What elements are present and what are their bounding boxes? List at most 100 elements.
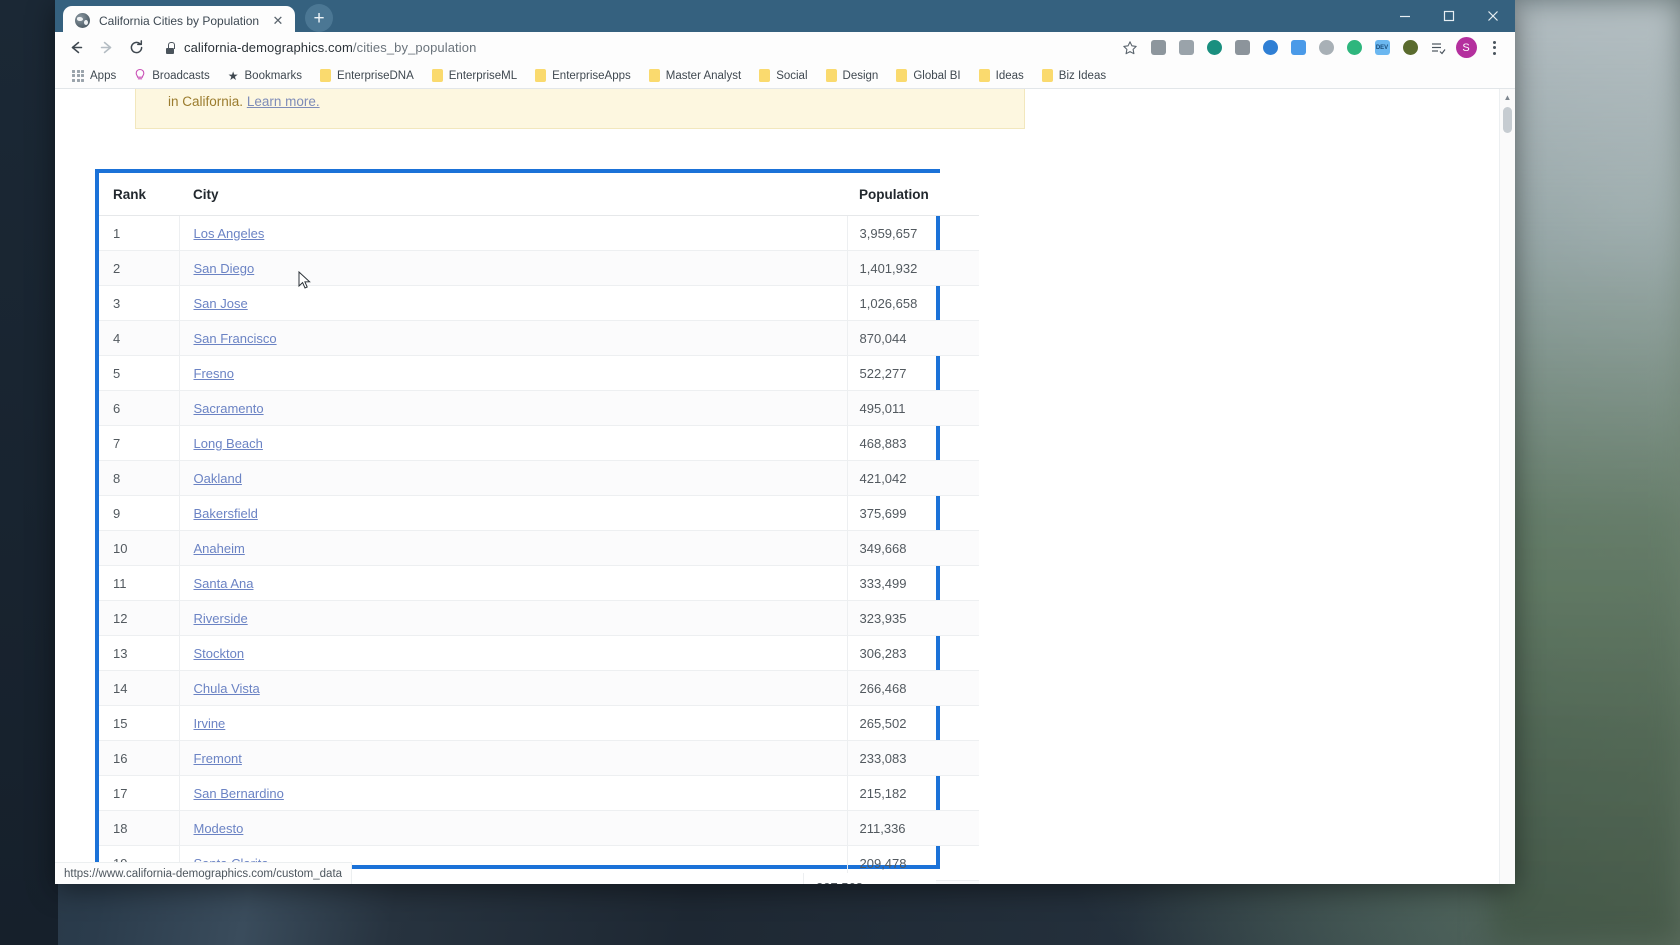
close-icon[interactable]: ✕ — [270, 13, 286, 29]
city-link[interactable]: San Francisco — [194, 331, 277, 346]
table-row: 7 Long Beach 468,883 — [99, 425, 979, 461]
population-cell: 233,083 — [847, 740, 979, 776]
bookmark-item-enterpriseapps[interactable]: EnterpriseApps — [526, 65, 640, 87]
bookmark-item-enterpriseml[interactable]: EnterpriseML — [423, 65, 526, 87]
back-arrow-icon[interactable] — [61, 35, 91, 61]
city-link[interactable]: San Jose — [194, 296, 248, 311]
city-cell: Chula Vista — [179, 670, 848, 706]
city-cell: Long Beach — [179, 425, 848, 461]
city-link[interactable]: San Bernardino — [194, 786, 284, 801]
extension-moon-icon[interactable] — [1257, 35, 1283, 61]
close-icon[interactable] — [1471, 0, 1515, 32]
scroll-up-arrow-icon[interactable]: ▲ — [1500, 89, 1515, 105]
city-link[interactable]: Sacramento — [194, 401, 264, 416]
chrome-menu-kebab-icon[interactable] — [1481, 35, 1507, 61]
population-cell: 870,044 — [847, 320, 979, 356]
bookmark-item-design[interactable]: Design — [817, 65, 888, 87]
column-header-rank[interactable]: Rank — [99, 173, 179, 216]
bookmark-item-broadcasts[interactable]: Broadcasts — [125, 65, 219, 87]
rank-cell: 6 — [99, 390, 180, 426]
column-header-population[interactable]: Population — [847, 173, 979, 216]
new-tab-button[interactable]: + — [305, 4, 333, 32]
extension-reading-list-icon[interactable] — [1425, 35, 1451, 61]
bookmark-item-master-analyst[interactable]: Master Analyst — [640, 65, 750, 87]
city-link[interactable]: Riverside — [194, 611, 248, 626]
city-link[interactable]: Los Angeles — [194, 226, 265, 241]
scrollbar-thumb[interactable] — [1503, 107, 1512, 133]
reload-icon[interactable] — [121, 35, 151, 61]
rank-cell: 18 — [99, 810, 180, 846]
folder-icon — [825, 69, 837, 82]
avatar[interactable]: S — [1453, 35, 1479, 61]
bookmark-item-apps[interactable]: Apps — [63, 65, 125, 87]
mouse-cursor — [298, 271, 311, 289]
forward-arrow-icon[interactable] — [91, 35, 121, 61]
table-row: 9 Bakersfield 375,699 — [99, 495, 979, 531]
bookmark-label: Ideas — [995, 69, 1024, 82]
url-path: /cities_by_population — [352, 40, 477, 55]
extension-globe-gray-icon[interactable] — [1313, 35, 1339, 61]
column-header-city[interactable]: City — [179, 173, 847, 216]
city-link[interactable]: Santa Ana — [194, 576, 254, 591]
city-link[interactable]: Irvine — [194, 716, 226, 731]
table-row: 14 Chula Vista 266,468 — [99, 670, 979, 706]
address-bar[interactable]: california-demographics.com/cities_by_po… — [159, 36, 1117, 60]
city-link[interactable]: Anaheim — [194, 541, 245, 556]
table-row: 6 Sacramento 495,011 — [99, 390, 979, 426]
extension-dev-icon[interactable]: DEV — [1369, 35, 1395, 61]
city-link[interactable]: Long Beach — [194, 436, 263, 451]
population-cell: 349,668 — [847, 530, 979, 566]
city-cell: Santa Ana — [179, 565, 848, 601]
extension-teal-drop-icon[interactable] — [1201, 35, 1227, 61]
broadcast-icon — [134, 68, 146, 84]
page-scrollbar[interactable]: ▲ — [1499, 89, 1515, 884]
extension-block-icon[interactable] — [1397, 35, 1423, 61]
maximize-icon[interactable] — [1427, 0, 1471, 32]
bookmark-label: Broadcasts — [152, 69, 210, 82]
city-link[interactable]: Bakersfield — [194, 506, 258, 521]
extension-screenshot-icon[interactable] — [1145, 35, 1171, 61]
extension-refresh-green-icon[interactable] — [1341, 35, 1367, 61]
city-link[interactable]: Stockton — [194, 646, 245, 661]
bookmark-item-ideas[interactable]: Ideas — [970, 65, 1033, 87]
tab-title: California Cities by Population — [99, 13, 260, 28]
bookmark-item-social[interactable]: Social — [750, 65, 816, 87]
browser-window: California Cities by Population ✕ + cali… — [55, 0, 1515, 884]
table-body: 1 Los Angeles 3,959,657 2 San Diego 1,401,932… — [99, 215, 979, 884]
bookmark-label: EnterpriseML — [448, 69, 518, 82]
city-cell: Riverside — [179, 600, 848, 636]
table-row: 13 Stockton 306,283 — [99, 635, 979, 671]
bookmark-item-biz-ideas[interactable]: Biz Ideas — [1033, 65, 1115, 87]
learn-more-link[interactable]: Learn more. — [247, 94, 320, 109]
extension-panel-icon[interactable] — [1285, 35, 1311, 61]
population-table: Rank City Population 1 Los Angeles 3,959,6… — [99, 173, 979, 884]
city-cell: Los Angeles — [179, 215, 848, 251]
population-cell: 266,468 — [847, 670, 979, 706]
rank-cell: 3 — [99, 285, 180, 321]
city-link[interactable]: Fresno — [194, 366, 234, 381]
city-link[interactable]: Oakland — [194, 471, 242, 486]
bookmark-item-enterprisedna[interactable]: EnterpriseDNA — [311, 65, 423, 87]
folder-icon — [320, 69, 332, 82]
browser-tab-active[interactable]: California Cities by Population ✕ — [63, 6, 295, 35]
population-cell: 207,568 — [804, 880, 936, 884]
rank-cell: 15 — [99, 705, 180, 741]
city-link[interactable]: Chula Vista — [194, 681, 260, 696]
extension-clip-icon[interactable] — [1173, 35, 1199, 61]
bookmark-label: Biz Ideas — [1058, 69, 1107, 82]
city-cell: Bakersfield — [179, 495, 848, 531]
city-link[interactable]: San Diego — [194, 261, 255, 276]
url-host: california-demographics.com — [184, 40, 353, 55]
city-link[interactable]: Modesto — [194, 821, 244, 836]
extension-barcode-icon[interactable] — [1229, 35, 1255, 61]
bookmark-item-bookmarks[interactable]: ★ Bookmarks — [219, 65, 311, 87]
rank-cell: 12 — [99, 600, 180, 636]
minimize-icon[interactable] — [1383, 0, 1427, 32]
bookmark-item-global-bi[interactable]: Global BI — [887, 65, 969, 87]
city-link[interactable]: Fremont — [194, 751, 242, 766]
page-viewport: in California. Learn more. Rank City Pop… — [55, 89, 1515, 884]
bookmark-star-icon[interactable] — [1117, 35, 1143, 61]
rank-cell: 2 — [99, 250, 180, 286]
table-row: 1 Los Angeles 3,959,657 — [99, 215, 979, 251]
population-table-highlight: Rank City Population 1 Los Angeles 3,959,6… — [95, 169, 979, 884]
